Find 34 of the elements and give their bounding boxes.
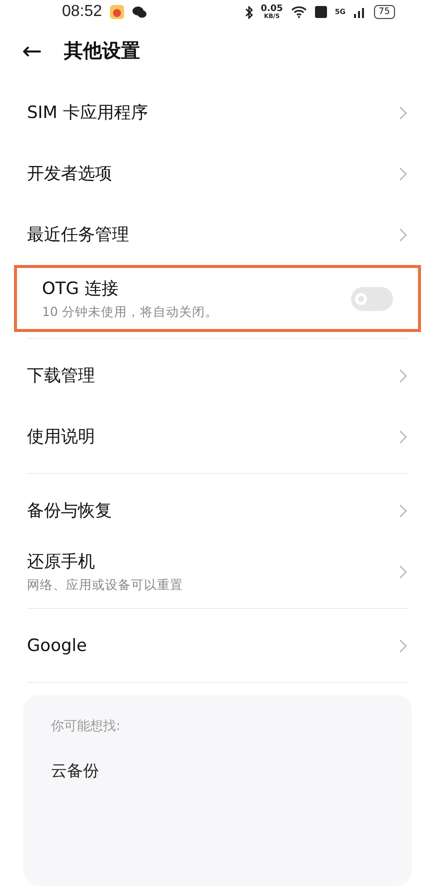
setting-title: 使用说明 xyxy=(27,426,96,448)
chat-icon xyxy=(132,6,148,18)
chevron-right-icon xyxy=(398,428,408,445)
setting-title: 下载管理 xyxy=(27,365,96,388)
bluetooth-icon xyxy=(244,6,253,19)
chevron-right-icon xyxy=(398,104,408,121)
chevron-right-icon xyxy=(398,226,408,243)
app-notification-icon xyxy=(110,5,124,20)
setting-title: Google xyxy=(27,636,88,656)
chevron-right-icon xyxy=(398,502,408,519)
chevron-right-icon xyxy=(398,368,408,384)
setting-subtitle: 10 分钟未使用，将自动关闭。 xyxy=(42,304,219,321)
setting-title: 最近任务管理 xyxy=(27,224,130,246)
setting-title: 还原手机 xyxy=(27,550,96,573)
battery-level: 75 xyxy=(374,5,395,20)
page-title: 其他设置 xyxy=(64,38,140,64)
wifi-icon xyxy=(290,6,307,18)
status-time: 08:52 xyxy=(62,3,102,22)
setting-subtitle: 网络、应用或设备可以重置 xyxy=(27,576,184,594)
back-button[interactable]: ← xyxy=(22,36,42,65)
highlighted-setting-row[interactable]: OTG 连接 10 分钟未使用，将自动关闭。 xyxy=(14,265,421,332)
setting-title: 开发者选项 xyxy=(27,163,113,186)
setting-title: OTG 连接 xyxy=(42,278,120,300)
chevron-right-icon xyxy=(398,166,408,182)
hd-icon xyxy=(314,6,327,18)
chevron-right-icon xyxy=(398,638,408,654)
toggle-switch[interactable] xyxy=(351,286,393,311)
signal-icon xyxy=(354,6,366,18)
suggestion-link[interactable]: 云备份 xyxy=(51,761,384,782)
setting-title: 备份与恢复 xyxy=(27,500,113,522)
speed-value: 0.05 xyxy=(260,4,283,14)
setting-title: SIM 卡应用程序 xyxy=(27,102,149,124)
chevron-right-icon xyxy=(398,564,408,580)
suggestion-heading: 你可能想找: xyxy=(51,718,122,736)
